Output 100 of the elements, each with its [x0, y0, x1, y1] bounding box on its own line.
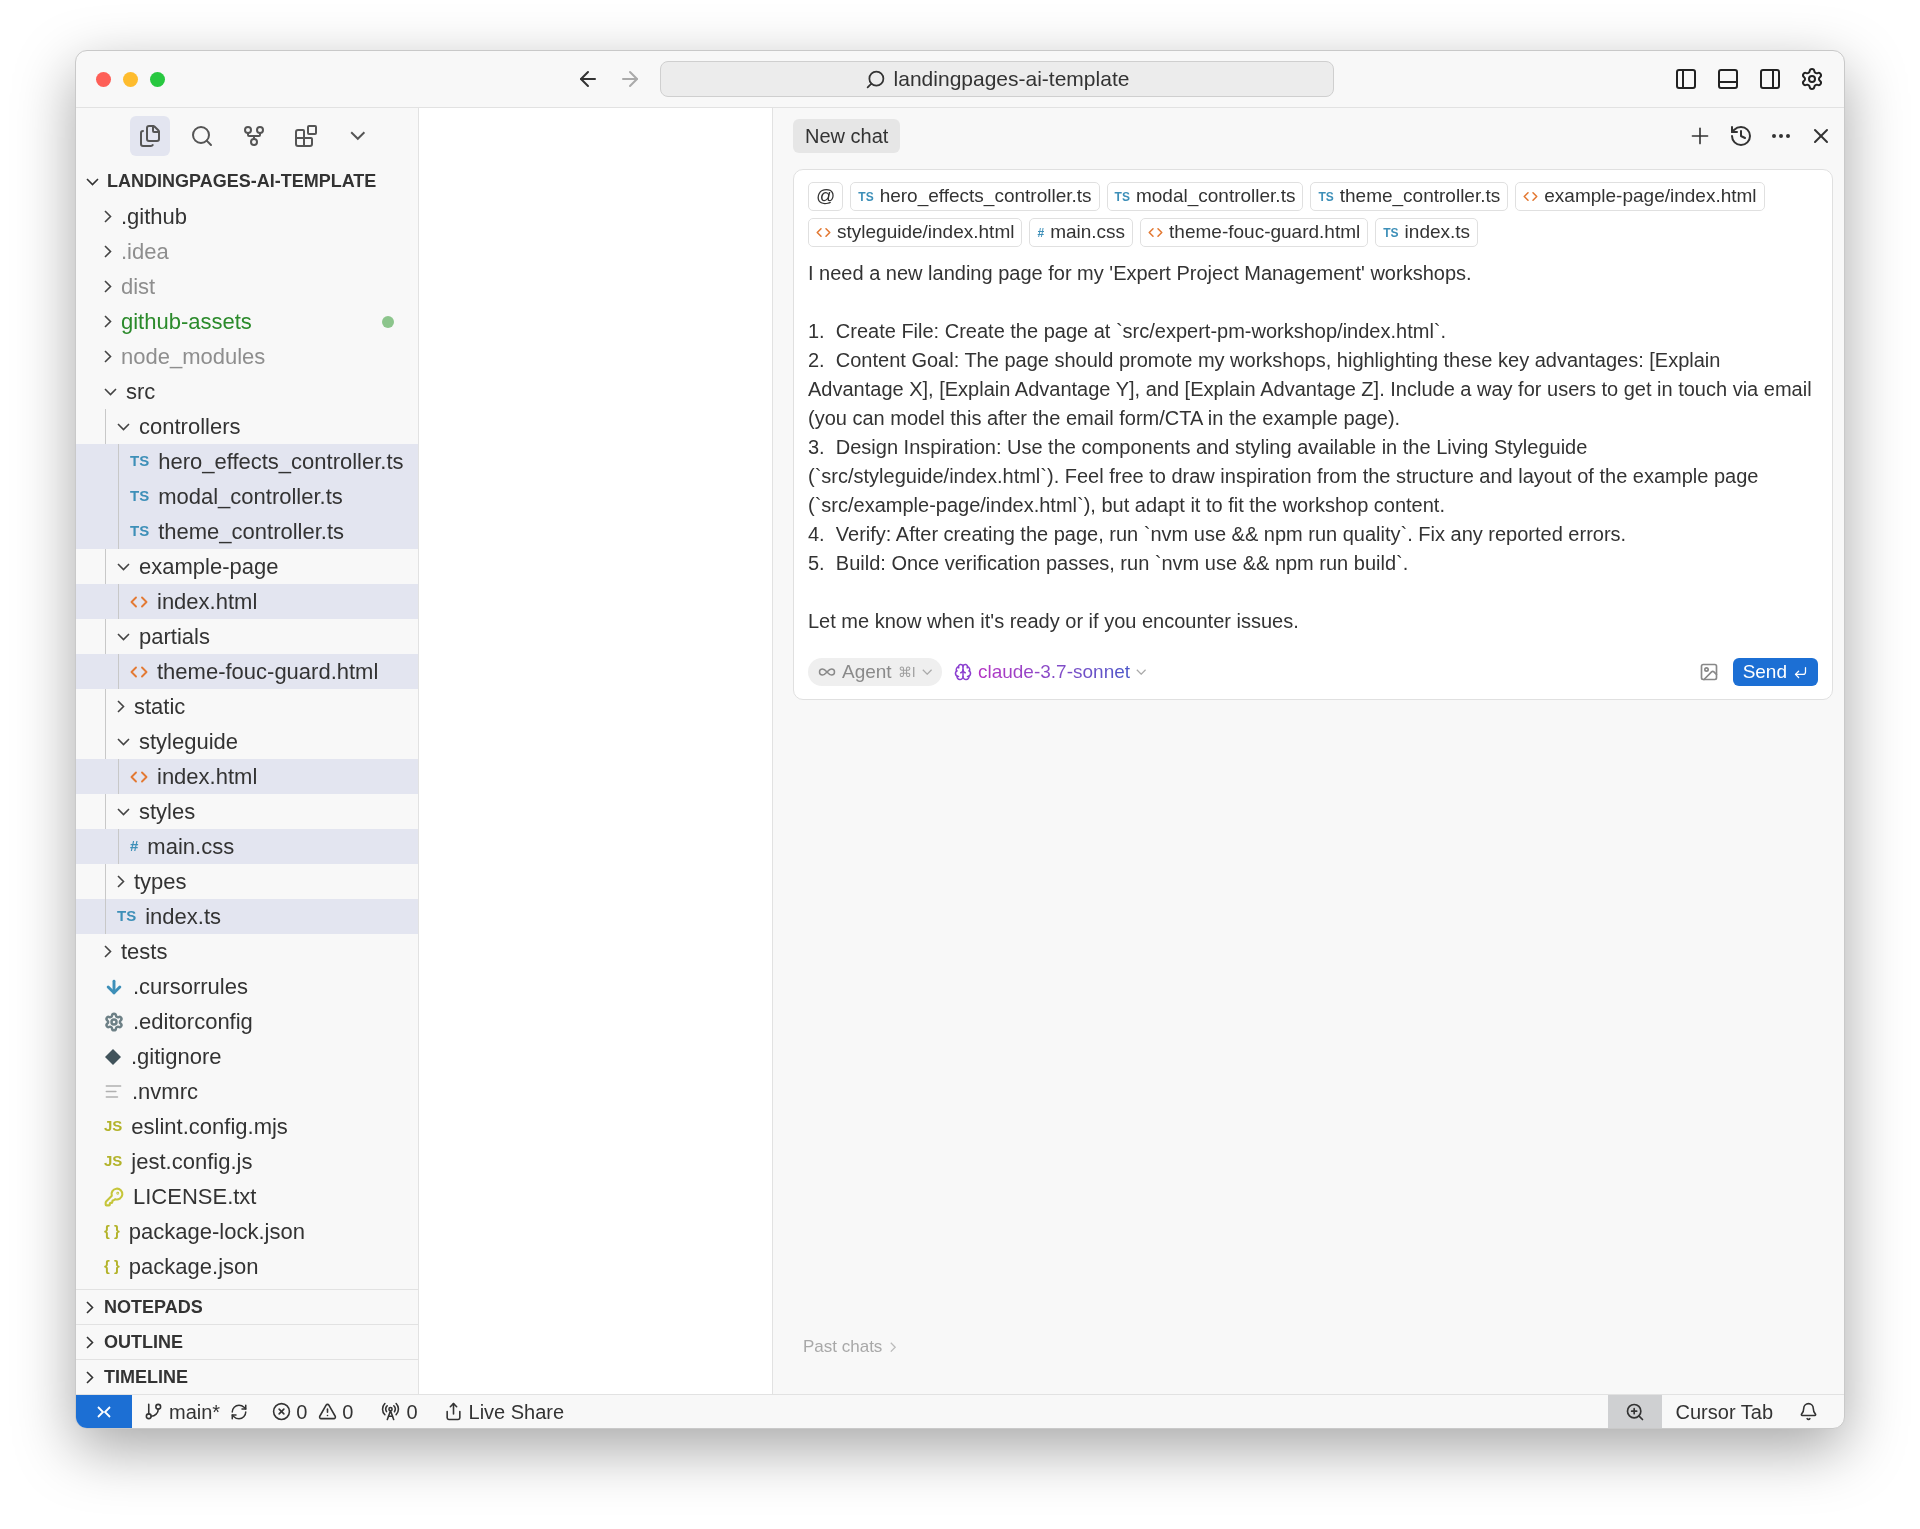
context-file-chip[interactable]: theme-fouc-guard.html — [1140, 218, 1369, 247]
file-row[interactable]: TS hero_effects_controller.ts — [76, 444, 418, 479]
context-file-chip[interactable]: styleguide/index.html — [808, 218, 1023, 247]
context-file-chip[interactable]: TS hero_effects_controller.ts — [850, 182, 1100, 211]
image-icon[interactable] — [1698, 662, 1719, 683]
code-brackets-icon — [1148, 225, 1164, 240]
file-row[interactable]: theme-fouc-guard.html — [76, 654, 418, 689]
context-file-chip[interactable]: TS modal_controller.ts — [1106, 182, 1304, 211]
file-name: tests — [121, 938, 168, 966]
file-name: theme-fouc-guard.html — [157, 658, 379, 686]
window-title: landingpages-ai-template — [893, 66, 1130, 93]
sidebar-section-header[interactable]: OUTLINE — [76, 1324, 418, 1359]
settings-icon[interactable] — [1800, 67, 1824, 91]
sidebar-section-header[interactable]: NOTEPADS — [76, 1289, 418, 1324]
chevron-down-icon — [1136, 669, 1147, 676]
send-button[interactable]: Send — [1732, 658, 1818, 687]
file-type-icon: # — [130, 835, 139, 858]
right-panel-icon[interactable] — [1758, 67, 1782, 91]
file-row[interactable]: JS eslint.config.mjs — [76, 1109, 418, 1144]
file-name: .idea — [121, 238, 169, 266]
file-row[interactable]: { } package.json — [76, 1249, 418, 1284]
history-icon[interactable] — [1729, 124, 1753, 148]
message-text: Let me know when it's ready or if you encounter issues. — [808, 609, 1300, 634]
file-type-icon: { } — [104, 1255, 120, 1278]
folder-row[interactable]: .github — [76, 199, 418, 234]
key-icon — [104, 1186, 124, 1207]
file-row[interactable]: index.html — [76, 584, 418, 619]
folder-row[interactable]: example-page — [76, 549, 418, 584]
file-row[interactable]: TS theme_controller.ts — [76, 514, 418, 549]
section-title: TIMELINE — [104, 1365, 188, 1389]
section-title: OUTLINE — [104, 1330, 183, 1354]
file-type-icon: # — [1037, 223, 1045, 242]
file-name: .editorconfig — [133, 1008, 253, 1036]
zoom-button[interactable] — [1607, 1395, 1662, 1428]
problems-button[interactable]: 0 0 — [272, 1396, 354, 1427]
folder-row[interactable]: tests — [76, 934, 418, 969]
file-type-icon: TS — [1114, 187, 1130, 206]
remote-button[interactable] — [76, 1395, 132, 1428]
mention-button[interactable]: @ — [808, 182, 844, 211]
search-icon — [190, 124, 214, 148]
bell-icon[interactable] — [1799, 1402, 1818, 1421]
folder-row[interactable]: types — [76, 864, 418, 899]
file-row[interactable]: .cursorrules — [76, 969, 418, 1004]
context-file-chip[interactable]: TS index.ts — [1375, 218, 1479, 247]
text-lines-icon — [104, 1082, 123, 1101]
file-row[interactable]: TS modal_controller.ts — [76, 479, 418, 514]
sync-icon[interactable] — [230, 1402, 249, 1421]
folder-row[interactable]: controllers — [76, 409, 418, 444]
message-text: 3. Design Inspiration: Use the components and styling available in the Living Styleguide (`src/styleguide/index.html`). Feel free to draw inspiration from the structure and layout of the example page (`src/example-page/index.html`), but adapt it to fit the workshop content. — [808, 435, 1760, 518]
chat-tab[interactable]: New chat — [793, 119, 901, 153]
file-type-icon: TS — [130, 485, 150, 508]
file-row[interactable]: JS jest.config.js — [76, 1144, 418, 1179]
folder-row[interactable]: styles — [76, 794, 418, 829]
close-window-button[interactable] — [96, 71, 111, 87]
section-title: NOTEPADS — [104, 1295, 203, 1319]
file-row[interactable]: .gitignore — [76, 1039, 418, 1074]
file-row[interactable]: { } package-lock.json — [76, 1214, 418, 1249]
folder-row[interactable]: github-assets — [76, 304, 418, 339]
brain-icon — [953, 663, 972, 682]
file-row[interactable]: index.html — [76, 759, 418, 794]
chevron-right-icon — [890, 1341, 897, 1352]
folder-row[interactable]: static — [76, 689, 418, 724]
folder-row[interactable]: styleguide — [76, 724, 418, 759]
context-file-chip[interactable]: example-page/index.html — [1515, 182, 1765, 211]
code-brackets-icon — [1523, 189, 1539, 204]
explorer-header[interactable]: LANDINGPAGES-AI-TEMPLATE — [76, 164, 418, 199]
chevron-down-icon — [350, 131, 366, 141]
share-icon — [443, 1402, 463, 1421]
sidebar-section-header[interactable]: TIMELINE — [76, 1359, 418, 1394]
file-row[interactable]: # main.css — [76, 829, 418, 864]
file-row[interactable]: .editorconfig — [76, 1004, 418, 1039]
file-name: types — [134, 868, 187, 896]
folder-row[interactable]: src — [76, 374, 418, 409]
chevron-down-icon — [921, 669, 932, 676]
gear-icon — [104, 1011, 124, 1032]
search-field[interactable]: landingpages-ai-template — [660, 61, 1334, 97]
live-share-button[interactable]: Live Share — [443, 1396, 565, 1427]
activity-bar-item[interactable] — [130, 116, 170, 156]
file-type-icon: TS — [1383, 223, 1399, 242]
file-name: static — [134, 693, 186, 721]
context-file-chip[interactable]: # main.css — [1029, 218, 1134, 247]
left-panel-icon[interactable] — [1674, 67, 1698, 91]
ports-button[interactable]: 0 — [381, 1396, 418, 1427]
file-row[interactable]: TS index.ts — [76, 899, 418, 934]
context-file-chip[interactable]: TS theme_controller.ts — [1310, 182, 1509, 211]
diamond-icon — [104, 1047, 122, 1066]
file-type-icon: TS — [117, 905, 137, 928]
bottom-panel-icon[interactable] — [1716, 67, 1740, 91]
folder-row[interactable]: partials — [76, 619, 418, 654]
file-row[interactable]: .nvmrc — [76, 1074, 418, 1109]
message-text: 4. Verify: After creating the page, run `nvm use && npm run quality`. Fix any reported errors. — [808, 522, 1628, 547]
file-name: jest.config.js — [131, 1148, 253, 1176]
branch-button[interactable]: main* — [144, 1396, 221, 1427]
file-name: index.html — [157, 763, 258, 791]
extensions-icon — [294, 124, 318, 148]
cursor-tab-button[interactable]: Cursor Tab — [1675, 1396, 1773, 1427]
file-row[interactable]: LICENSE.txt — [76, 1179, 418, 1214]
file-name: hero_effects_controller.ts — [158, 448, 404, 476]
message-text: 1. Create File: Create the page at `src/expert-pm-workshop/index.html`. — [808, 319, 1448, 344]
search-icon — [864, 68, 886, 90]
